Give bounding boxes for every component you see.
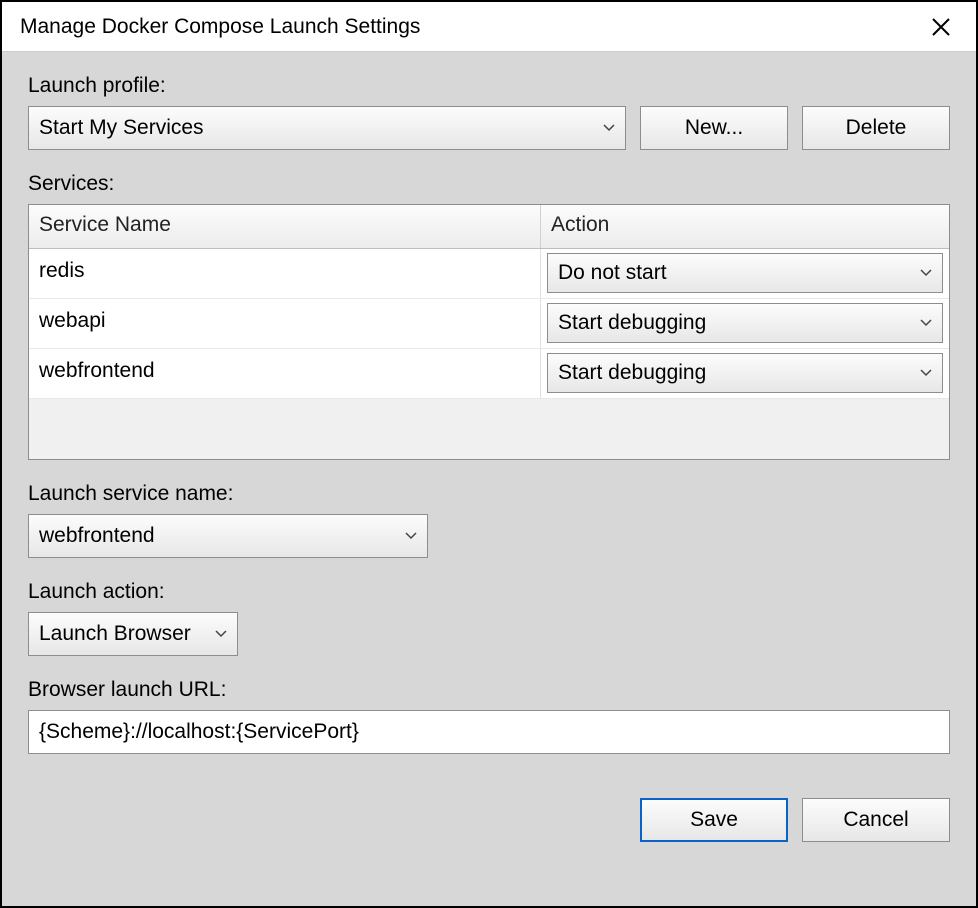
service-action-combo[interactable]: Do not start [547,253,943,293]
browser-launch-url-input[interactable] [28,710,950,754]
service-action-value: Do not start [558,261,667,285]
chevron-down-icon [405,532,417,540]
delete-profile-button[interactable]: Delete [802,106,950,150]
grid-header: Service Name Action [29,205,949,249]
table-row: webfrontend Start debugging [29,349,949,399]
cancel-button-label: Cancel [843,808,908,832]
service-name-cell: redis [29,249,541,298]
new-profile-label: New... [685,116,743,140]
service-action-value: Start debugging [558,311,706,335]
launch-service-name-label: Launch service name: [28,482,950,506]
new-profile-button[interactable]: New... [640,106,788,150]
launch-action-value: Launch Browser [39,622,191,646]
service-action-value: Start debugging [558,361,706,385]
chevron-down-icon [920,369,932,377]
chevron-down-icon [920,319,932,327]
dialog-content: Launch profile: Start My Services New...… [2,52,976,906]
service-name-cell: webfrontend [29,349,541,398]
services-label: Services: [28,172,950,196]
browser-launch-url-label: Browser launch URL: [28,678,950,702]
header-service-name[interactable]: Service Name [29,205,541,248]
launch-service-name-value: webfrontend [39,524,155,548]
save-button[interactable]: Save [640,798,788,842]
close-icon [931,17,951,37]
delete-profile-label: Delete [846,116,907,140]
launch-profile-value: Start My Services [39,116,204,140]
service-action-combo[interactable]: Start debugging [547,353,943,393]
launch-profile-combo[interactable]: Start My Services [28,106,626,150]
window-title: Manage Docker Compose Launch Settings [20,15,420,39]
header-action[interactable]: Action [541,205,949,248]
chevron-down-icon [215,630,227,638]
save-button-label: Save [690,808,738,832]
launch-action-combo[interactable]: Launch Browser [28,612,238,656]
services-grid: Service Name Action redis Do not start w… [28,204,950,460]
chevron-down-icon [920,269,932,277]
service-name-cell: webapi [29,299,541,348]
chevron-down-icon [603,124,615,132]
service-action-combo[interactable]: Start debugging [547,303,943,343]
title-bar: Manage Docker Compose Launch Settings [2,2,976,52]
close-button[interactable] [918,17,964,37]
cancel-button[interactable]: Cancel [802,798,950,842]
table-row: redis Do not start [29,249,949,299]
launch-service-name-combo[interactable]: webfrontend [28,514,428,558]
table-row: webapi Start debugging [29,299,949,349]
launch-action-label: Launch action: [28,580,950,604]
launch-profile-label: Launch profile: [28,74,950,98]
